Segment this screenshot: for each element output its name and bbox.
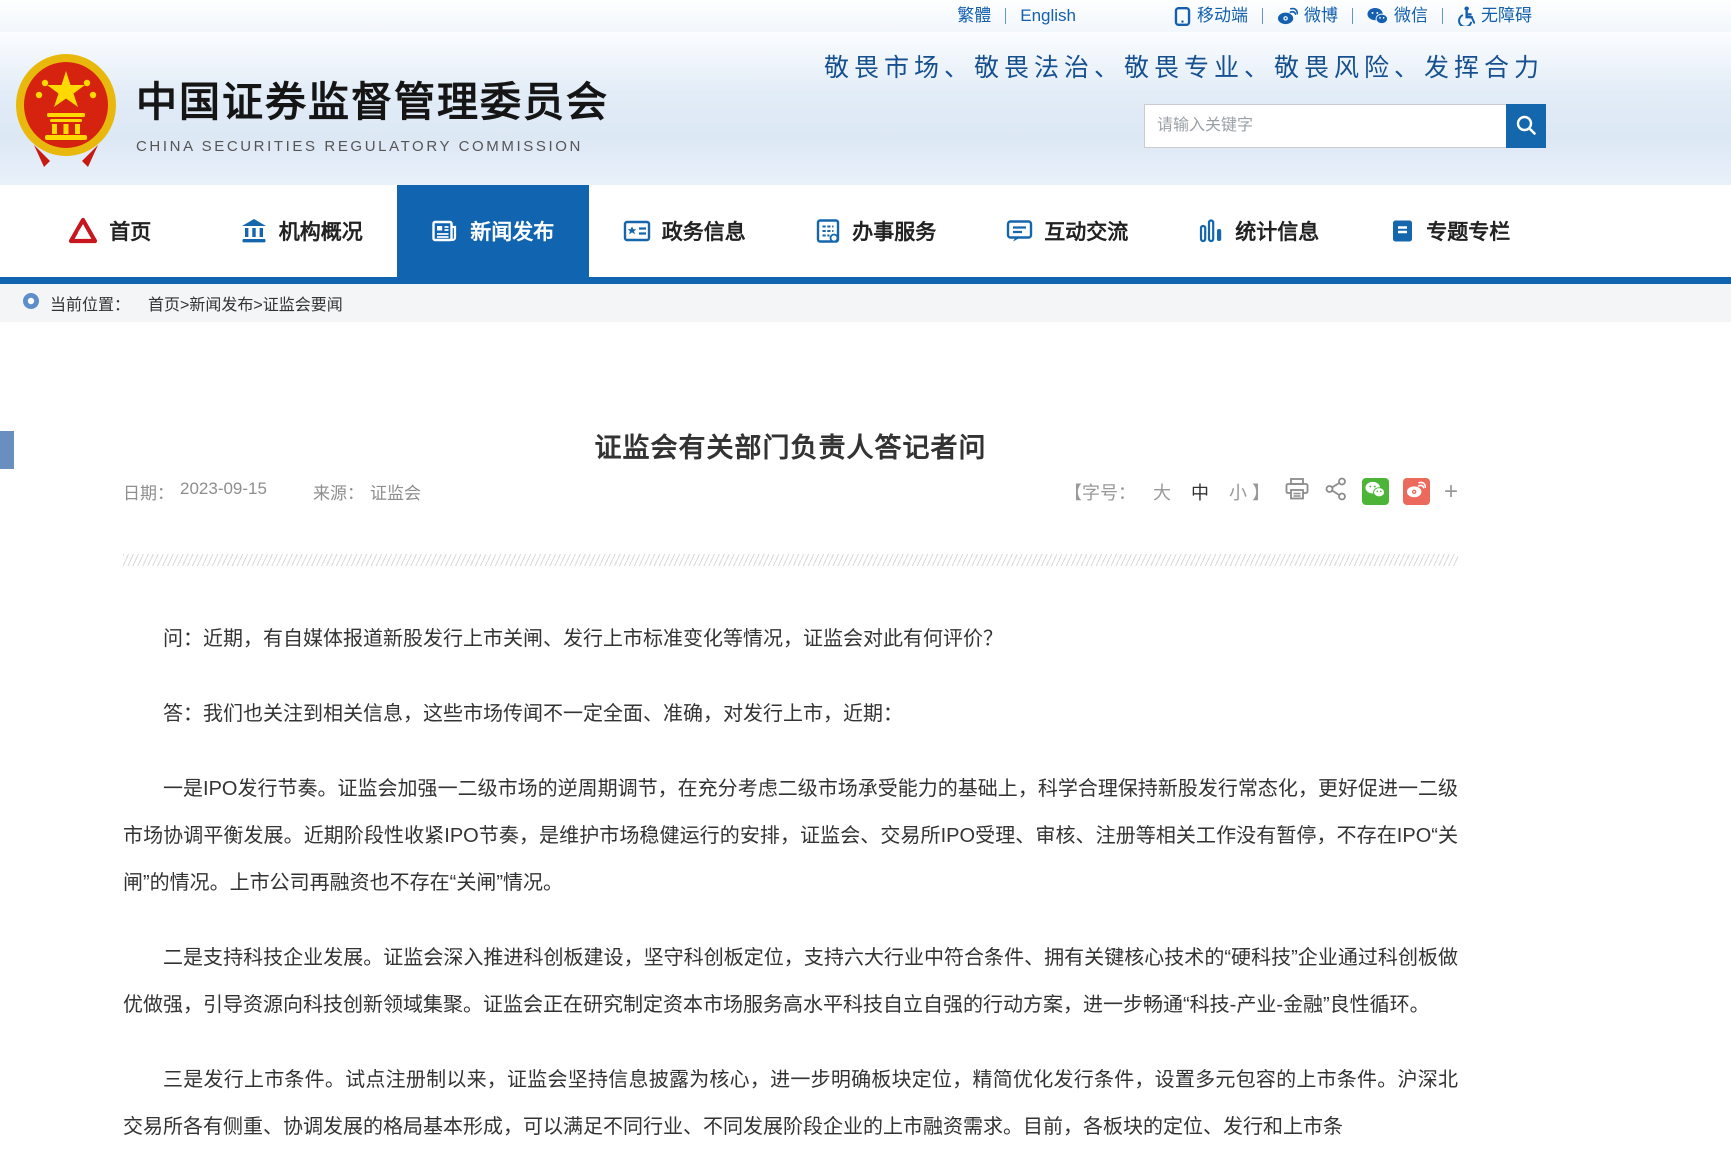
nav-item-services-label: 办事服务 (852, 216, 936, 246)
link-traditional-chinese[interactable]: 繁體 (943, 1, 1005, 31)
spacer (273, 479, 307, 504)
font-size-large-button[interactable]: 大 (1150, 479, 1174, 505)
bank-icon (240, 218, 268, 245)
article-title: 证监会有关部门负责人答记者问 (123, 322, 1458, 465)
article-tools: 【字号： 大 中 小 】 (1064, 477, 1458, 506)
org-name-cn: 中国证券监督管理委员会 (136, 68, 609, 128)
article-body: 问：近期，有自媒体报道新股发行上市关闸、发行上市标准变化等情况，证监会对此有何评… (123, 616, 1458, 1151)
nav-left-accent (0, 431, 14, 469)
link-traditional-chinese-label: 繁體 (957, 1, 991, 31)
service-icon (815, 218, 841, 244)
wechat-icon (1365, 481, 1385, 503)
nav-item-interaction-label: 互动交流 (1044, 216, 1128, 246)
share-weibo-button[interactable] (1403, 478, 1430, 505)
nav-item-interaction[interactable]: 互动交流 (972, 185, 1164, 277)
source-label: 来源： (313, 479, 364, 504)
nav-item-home-label: 首页 (109, 216, 151, 246)
divider (1005, 8, 1006, 24)
nav-item-about[interactable]: 机构概况 (206, 185, 398, 277)
link-wechat[interactable]: 微信 (1353, 1, 1442, 31)
font-size-prefix: 【字号： (1064, 479, 1136, 505)
main-nav: 首页 机构概况 新闻发布 政务信息 办事服务 (0, 185, 1731, 284)
source-value: 证监会 (370, 479, 421, 504)
nav-item-about-label: 机构概况 (279, 216, 363, 246)
nav-item-statistics[interactable]: 统计信息 (1163, 185, 1355, 277)
breadcrumb: 当前位置： 首页>新闻发布>证监会要闻 (0, 284, 1731, 322)
article-meta-row: 日期： 2023-09-15 来源： 证监会 【字号： 大 中 小 】 (123, 477, 1458, 506)
link-weibo[interactable]: 微博 (1263, 1, 1352, 31)
breadcrumb-path[interactable]: 首页>新闻发布>证监会要闻 (148, 291, 343, 315)
weibo-icon (1406, 481, 1426, 503)
link-mobile-label: 移动端 (1197, 1, 1248, 31)
more-share-button[interactable]: + (1444, 480, 1458, 504)
search-icon (1515, 114, 1537, 139)
nav-item-gov-info[interactable]: 政务信息 (589, 185, 781, 277)
link-wechat-label: 微信 (1394, 1, 1428, 31)
print-button[interactable] (1284, 477, 1310, 506)
font-size-small-button[interactable]: 小 (1226, 479, 1250, 505)
paragraph: 二是支持科技企业发展。证监会深入推进科创板建设，坚守科创板定位，支持六大行业中符… (123, 935, 1458, 1029)
link-mobile[interactable]: 移动端 (1160, 1, 1262, 31)
interact-icon (1006, 219, 1033, 244)
paragraph: 答：我们也关注到相关信息，这些市场传闻不一定全面、准确，对发行上市，近期： (123, 691, 1458, 738)
nav-item-special-topics-label: 专题专栏 (1426, 216, 1510, 246)
nav-item-statistics-label: 统计信息 (1235, 216, 1319, 246)
share-icon (1324, 477, 1348, 506)
share-wechat-button[interactable] (1362, 478, 1389, 505)
mobile-icon (1174, 7, 1191, 26)
stats-icon (1198, 218, 1224, 244)
share-button[interactable] (1324, 477, 1348, 506)
brand: 中国证券监督管理委员会 CHINA SECURITIES REGULATORY … (14, 32, 609, 185)
divider (1442, 8, 1443, 24)
special-icon (1390, 218, 1415, 244)
divider (1352, 8, 1353, 24)
topbar: 繁體 English 移动端 微博 微信 (0, 0, 1731, 32)
nav-item-news[interactable]: 新闻发布 (397, 185, 589, 277)
location-pin-icon (22, 292, 40, 315)
national-emblem-logo (14, 53, 118, 171)
org-name-en: CHINA SECURITIES REGULATORY COMMISSION (136, 138, 609, 155)
link-accessibility-label: 无障碍 (1481, 1, 1532, 31)
hatched-divider (123, 554, 1458, 566)
nav-item-gov-info-label: 政务信息 (662, 216, 746, 246)
article-meta: 日期： 2023-09-15 来源： 证监会 (123, 479, 421, 504)
date-value: 2023-09-15 (180, 479, 267, 504)
search-box (1144, 104, 1546, 148)
nav-item-home[interactable]: 首页 (14, 185, 206, 277)
search-input[interactable] (1144, 104, 1506, 148)
printer-icon (1284, 477, 1310, 506)
wechat-icon (1367, 7, 1388, 25)
link-english[interactable]: English (1006, 1, 1090, 31)
font-size-medium-button[interactable]: 中 (1188, 479, 1212, 505)
breadcrumb-label: 当前位置： (50, 291, 130, 315)
content-card: 证监会有关部门负责人答记者问 日期： 2023-09-15 来源： 证监会 【字… (0, 322, 1731, 1153)
link-english-label: English (1020, 1, 1076, 31)
paragraph: 三是发行上市条件。试点注册制以来，证监会坚持信息披露为核心，进一步明确板块定位，… (123, 1057, 1458, 1151)
nav-item-services[interactable]: 办事服务 (780, 185, 972, 277)
search-button[interactable] (1506, 104, 1546, 148)
nav-item-news-label: 新闻发布 (470, 216, 554, 246)
weibo-icon (1277, 7, 1298, 25)
divider (1262, 8, 1263, 24)
site-header: 中国证券监督管理委员会 CHINA SECURITIES REGULATORY … (0, 32, 1731, 185)
link-accessibility[interactable]: 无障碍 (1443, 1, 1546, 31)
paragraph: 问：近期，有自媒体报道新股发行上市关闸、发行上市标准变化等情况，证监会对此有何评… (123, 616, 1458, 663)
site-slogan: 敬畏市场、敬畏法治、敬畏专业、敬畏风险、发挥合力 (824, 48, 1544, 84)
nav-item-special-topics[interactable]: 专题专栏 (1355, 185, 1547, 277)
paragraph: 一是IPO发行节奏。证监会加强一二级市场的逆周期调节，在充分考虑二级市场承受能力… (123, 766, 1458, 907)
link-weibo-label: 微博 (1304, 1, 1338, 31)
font-size-suffix: 】 (1252, 479, 1270, 505)
csrc-logo-icon (68, 217, 98, 245)
date-label: 日期： (123, 479, 174, 504)
nav-accent-bar (0, 277, 1731, 284)
gov-info-icon (623, 219, 651, 243)
news-icon (431, 218, 459, 244)
accessibility-icon (1457, 6, 1475, 26)
